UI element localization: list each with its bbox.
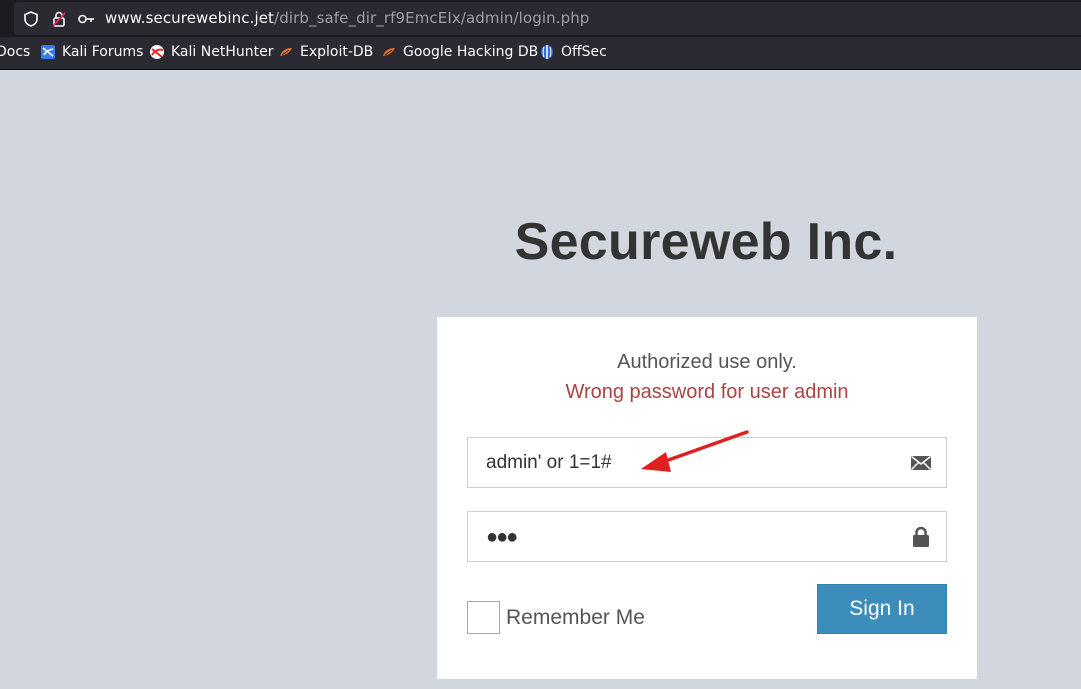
username-value: admin' or 1=1#: [486, 452, 612, 473]
brand-title: Secureweb Inc.: [514, 213, 898, 271]
bookmark-label: Exploit-DB: [300, 44, 374, 60]
url-text[interactable]: www.securewebinc.jet/dirb_safe_dir_rf9Em…: [105, 9, 589, 27]
browser-toolbar: www.securewebinc.jet/dirb_safe_dir_rf9Em…: [0, 0, 1081, 37]
bookmark-kali-nethunter[interactable]: Kali NetHunter: [149, 44, 273, 60]
bookmark-offsec[interactable]: OffSec: [539, 44, 607, 60]
bookmark-exploit-db[interactable]: Exploit-DB: [278, 44, 373, 60]
bookmark-kali-forums[interactable]: Kali Forums: [40, 44, 143, 60]
nethunter-icon: [149, 44, 165, 60]
bookmark-label: Google Hacking DB: [403, 44, 539, 60]
bookmarks-toolbar: Docs Kali Forums Kali NetHunter Exploit-…: [0, 37, 1081, 70]
ghdb-icon: [381, 44, 397, 60]
sign-in-button[interactable]: Sign In: [817, 584, 947, 634]
bookmark-label: OffSec: [561, 44, 607, 60]
bookmark-label: Kali Forums: [62, 44, 144, 60]
lock-icon: [910, 526, 932, 548]
address-bar[interactable]: www.securewebinc.jet/dirb_safe_dir_rf9Em…: [14, 2, 1081, 35]
login-box: Authorized use only. Wrong password for …: [437, 317, 977, 679]
info-message: Authorized use only.: [617, 351, 797, 373]
remember-label: Remember Me: [506, 605, 645, 629]
bookmark-docs[interactable]: Docs: [0, 44, 30, 60]
url-path: /dirb_safe_dir_rf9EmcEIx/admin/login.php: [274, 9, 590, 27]
password-input[interactable]: ●●●: [467, 511, 947, 562]
url-host: www.securewebinc.jet: [105, 9, 275, 27]
lock-warning-icon[interactable]: [50, 10, 68, 28]
remember-checkbox[interactable]: [467, 601, 500, 634]
error-message: Wrong password for user admin: [565, 381, 849, 403]
shield-icon[interactable]: [22, 10, 40, 28]
remember-me: Remember Me: [467, 601, 645, 634]
password-value: ●●●: [486, 526, 518, 548]
envelope-icon: [910, 452, 932, 474]
offsec-icon: [539, 44, 555, 60]
bookmark-google-hacking-db[interactable]: Google Hacking DB: [381, 44, 538, 60]
username-input[interactable]: admin' or 1=1#: [467, 437, 947, 488]
bookmark-label: Kali NetHunter: [171, 44, 274, 60]
kali-forums-icon: [40, 44, 56, 60]
exploit-db-icon: [278, 44, 294, 60]
key-icon[interactable]: [77, 10, 95, 28]
bookmark-label: Docs: [0, 44, 31, 60]
